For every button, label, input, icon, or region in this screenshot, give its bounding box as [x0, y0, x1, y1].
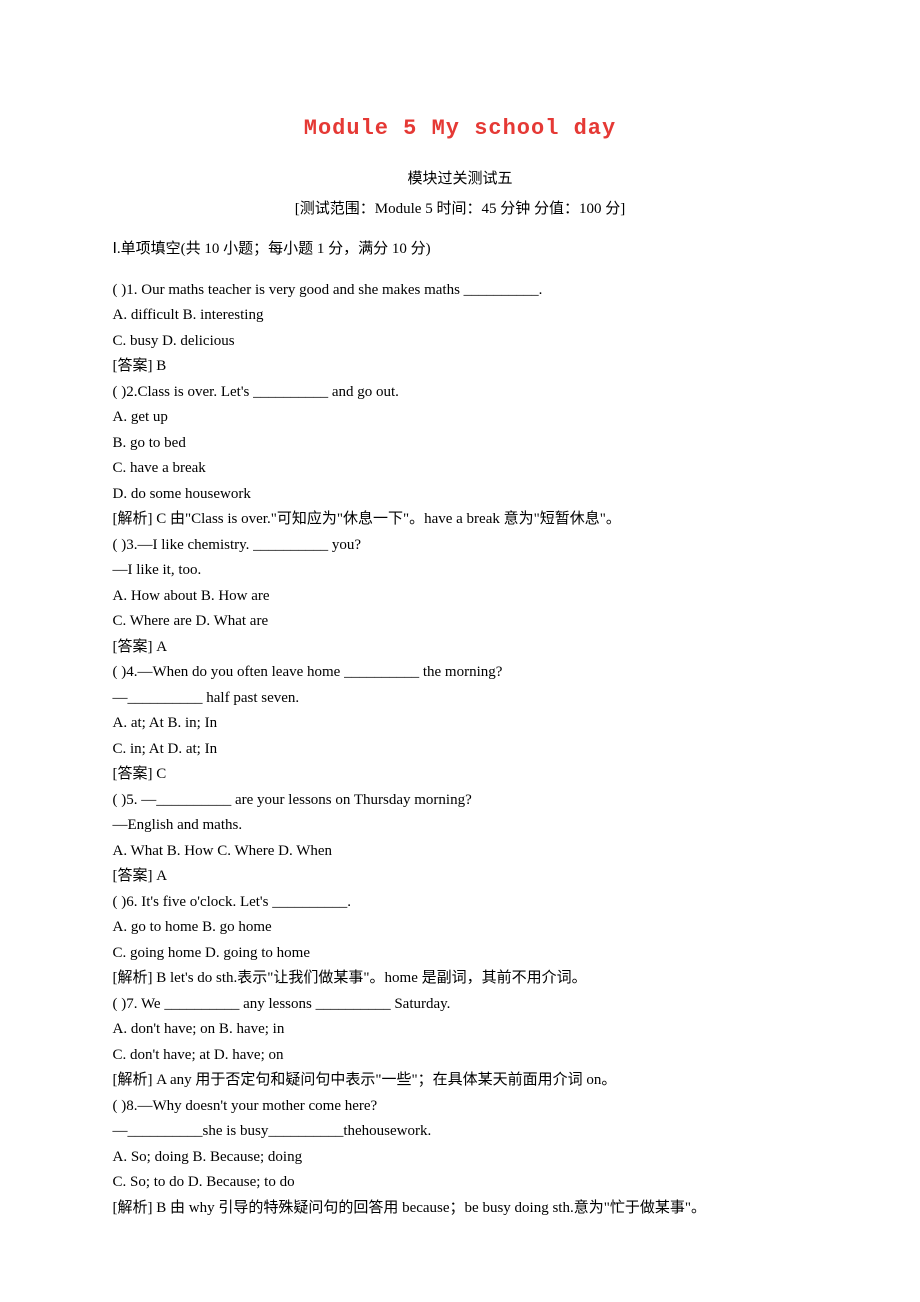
question-2-option-c: C. have a break [90, 456, 830, 482]
test-scope: [测试范围：Module 5 时间：45 分钟 分值：100 分] [90, 197, 830, 223]
question-5-answer: [答案] A [90, 864, 830, 890]
question-3: ( )3.—I like chemistry. __________ you? [90, 533, 830, 559]
question-3-option-ab: A. How about B. How are [90, 584, 830, 610]
question-8-option-cd: C. So; to do D. Because; to do [90, 1170, 830, 1196]
question-5-options: A. What B. How C. Where D. When [90, 839, 830, 865]
question-8-option-ab: A. So; doing B. Because; doing [90, 1145, 830, 1171]
question-4-option-ab: A. at; At B. in; In [90, 711, 830, 737]
document-subtitle: 模块过关测试五 [90, 167, 830, 193]
question-6: ( )6. It's five o'clock. Let's _________… [90, 890, 830, 916]
question-3-reply: —I like it, too. [90, 558, 830, 584]
section-1-heading: Ⅰ.单项填空(共 10 小题；每小题 1 分，满分 10 分) [90, 237, 830, 263]
question-4: ( )4.—When do you often leave home _____… [90, 660, 830, 686]
question-7-answer: [解析] A any 用于否定句和疑问句中表示"一些"；在具体某天前面用介词 o… [90, 1068, 830, 1094]
question-4-option-cd: C. in; At D. at; In [90, 737, 830, 763]
question-3-option-cd: C. Where are D. What are [90, 609, 830, 635]
question-1: ( )1. Our maths teacher is very good and… [90, 278, 830, 304]
question-3-answer: [答案] A [90, 635, 830, 661]
document-title: Module 5 My school day [90, 110, 830, 147]
question-6-answer: [解析] B let's do sth.表示"让我们做某事"。home 是副词，… [90, 966, 830, 992]
question-7: ( )7. We __________ any lessons ________… [90, 992, 830, 1018]
question-2-option-b: B. go to bed [90, 431, 830, 457]
question-7-option-ab: A. don't have; on B. have; in [90, 1017, 830, 1043]
question-8-reply: —__________she is busy__________thehouse… [90, 1119, 830, 1145]
question-6-option-cd: C. going home D. going to home [90, 941, 830, 967]
question-4-answer: [答案] C [90, 762, 830, 788]
question-4-reply: —__________ half past seven. [90, 686, 830, 712]
question-8-answer: [解析] B 由 why 引导的特殊疑问句的回答用 because；be bus… [90, 1196, 830, 1222]
question-5: ( )5. —__________ are your lessons on Th… [90, 788, 830, 814]
question-1-answer: [答案] B [90, 354, 830, 380]
question-7-option-cd: C. don't have; at D. have; on [90, 1043, 830, 1069]
question-2-option-d: D. do some housework [90, 482, 830, 508]
question-2-option-a: A. get up [90, 405, 830, 431]
question-6-option-ab: A. go to home B. go home [90, 915, 830, 941]
question-5-reply: —English and maths. [90, 813, 830, 839]
question-1-option-ab: A. difficult B. interesting [90, 303, 830, 329]
question-1-option-cd: C. busy D. delicious [90, 329, 830, 355]
question-2-answer: [解析] C 由"Class is over."可知应为"休息一下"。have … [90, 507, 830, 533]
question-2: ( )2.Class is over. Let's __________ and… [90, 380, 830, 406]
question-8: ( )8.—Why doesn't your mother come here? [90, 1094, 830, 1120]
